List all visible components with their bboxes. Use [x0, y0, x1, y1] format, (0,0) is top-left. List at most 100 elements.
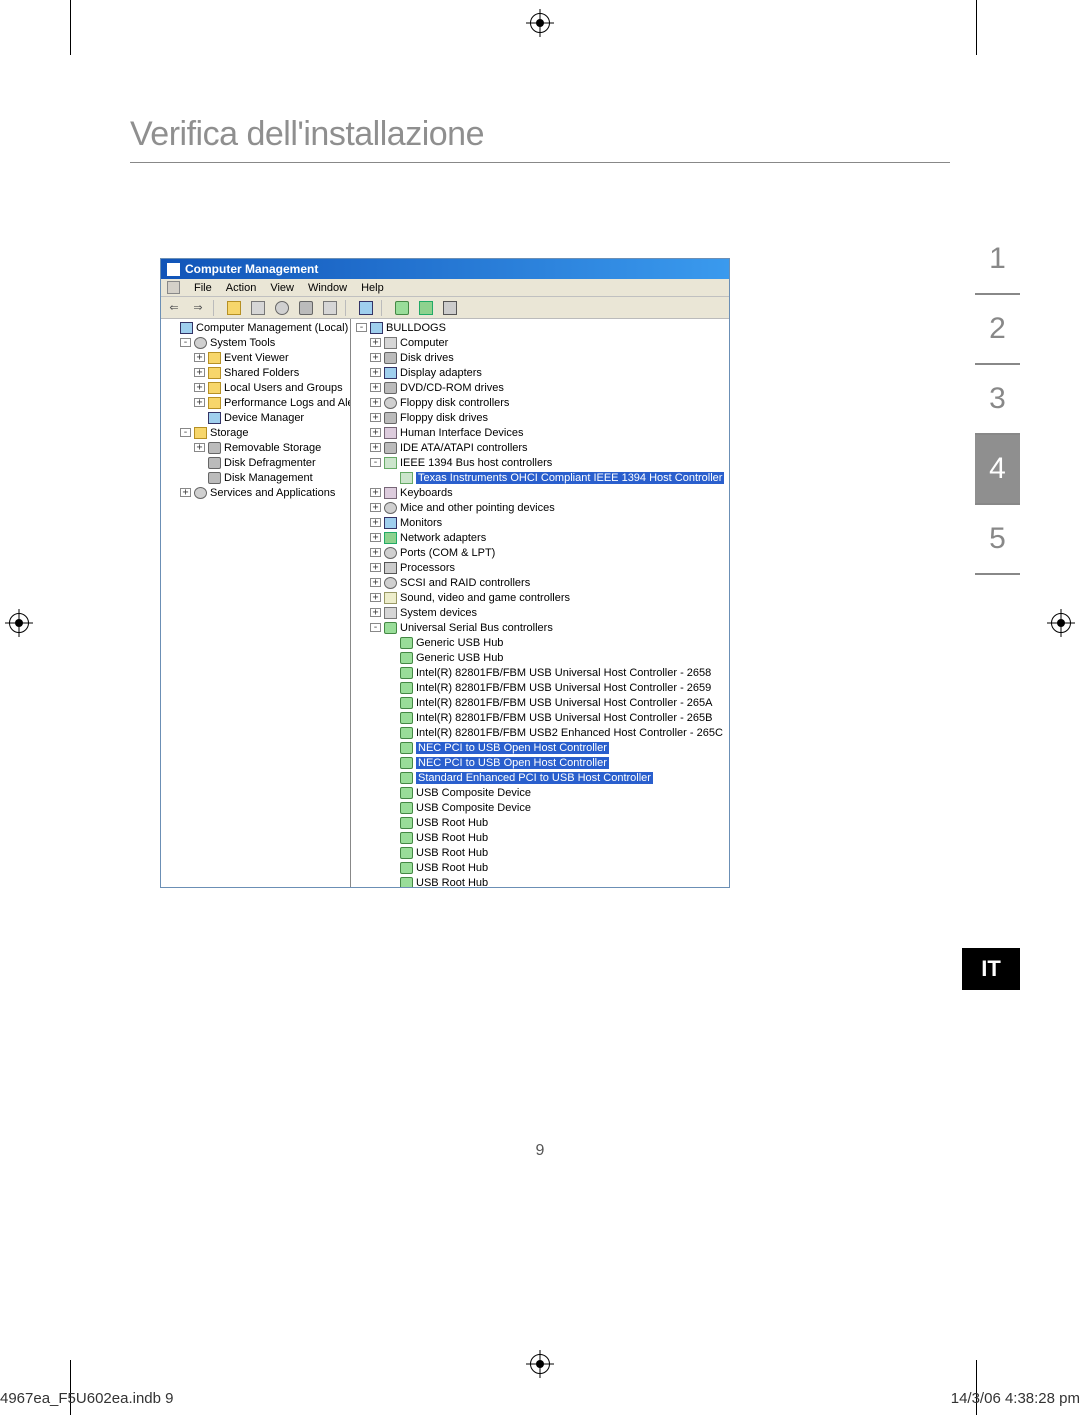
device-category[interactable]: DVD/CD-ROM drives	[400, 382, 504, 394]
tree-item[interactable]: Performance Logs and Alerts	[224, 397, 351, 409]
expand-icon[interactable]: +	[370, 563, 381, 572]
device-item[interactable]: NEC PCI to USB Open Host Controller	[416, 742, 609, 754]
device-category[interactable]: SCSI and RAID controllers	[400, 577, 530, 589]
tree-item[interactable]: Local Users and Groups	[224, 382, 343, 394]
expand-icon[interactable]: +	[370, 368, 381, 377]
tool-button[interactable]	[441, 299, 459, 317]
expand-icon[interactable]: +	[370, 518, 381, 527]
device-item[interactable]: Standard Enhanced PCI to USB Host Contro…	[416, 772, 653, 784]
collapse-icon[interactable]: -	[370, 458, 381, 467]
expand-icon[interactable]: +	[370, 383, 381, 392]
collapse-icon[interactable]: -	[180, 428, 191, 437]
tree-item[interactable]: Shared Folders	[224, 367, 299, 379]
expand-icon[interactable]: +	[370, 488, 381, 497]
expand-icon[interactable]: +	[180, 488, 191, 497]
refresh-button[interactable]	[273, 299, 291, 317]
expand-icon[interactable]: +	[370, 413, 381, 422]
expand-icon[interactable]: +	[194, 383, 205, 392]
window-titlebar[interactable]: Computer Management	[161, 259, 729, 279]
device-item[interactable]: NEC PCI to USB Open Host Controller	[416, 757, 609, 769]
system-tools[interactable]: System Tools	[210, 337, 275, 349]
device-category[interactable]: Mice and other pointing devices	[400, 502, 555, 514]
device-category[interactable]: Floppy disk drives	[400, 412, 488, 424]
device-item[interactable]: Intel(R) 82801FB/FBM USB2 Enhanced Host …	[416, 727, 723, 739]
device-category[interactable]: Disk drives	[400, 352, 454, 364]
expand-icon[interactable]: +	[194, 353, 205, 362]
export-button[interactable]	[321, 299, 339, 317]
device-item[interactable]: Generic USB Hub	[416, 637, 503, 649]
expand-icon[interactable]: +	[370, 353, 381, 362]
device-item[interactable]: Intel(R) 82801FB/FBM USB Universal Host …	[416, 712, 713, 724]
device-item[interactable]: USB Root Hub	[416, 847, 488, 859]
menu-window[interactable]: Window	[308, 282, 347, 294]
device-category[interactable]: Ports (COM & LPT)	[400, 547, 495, 559]
device-category[interactable]: Processors	[400, 562, 455, 574]
tree-item[interactable]: Event Viewer	[224, 352, 289, 364]
ieee1394-controller[interactable]: Texas Instruments OHCI Compliant IEEE 13…	[416, 472, 724, 484]
props-button[interactable]	[249, 299, 267, 317]
device-category[interactable]: IDE ATA/ATAPI controllers	[400, 442, 528, 454]
up-button[interactable]	[225, 299, 243, 317]
menu-help[interactable]: Help	[361, 282, 384, 294]
expand-icon[interactable]: +	[194, 368, 205, 377]
expand-icon[interactable]: +	[194, 443, 205, 452]
menu-action[interactable]: Action	[226, 282, 257, 294]
collapse-icon[interactable]: -	[370, 623, 381, 632]
expand-icon[interactable]: +	[370, 338, 381, 347]
expand-icon[interactable]: +	[370, 398, 381, 407]
device-category[interactable]: Floppy disk controllers	[400, 397, 509, 409]
menu-view[interactable]: View	[270, 282, 294, 294]
services[interactable]: Services and Applications	[210, 487, 335, 499]
collapse-icon[interactable]: -	[180, 338, 191, 347]
tree-item[interactable]: Removable Storage	[224, 442, 321, 454]
system-menu-icon[interactable]	[167, 281, 180, 294]
expand-icon[interactable]: +	[370, 443, 381, 452]
device-item[interactable]: Generic USB Hub	[416, 652, 503, 664]
menubar[interactable]: File Action View Window Help	[161, 279, 729, 297]
right-tree[interactable]: - BULLDOGS + Computer + Disk drives + Display …	[351, 319, 729, 887]
expand-icon[interactable]: +	[370, 608, 381, 617]
tree-item[interactable]: Disk Management	[224, 472, 313, 484]
device-item[interactable]: Intel(R) 82801FB/FBM USB Universal Host …	[416, 682, 711, 694]
tree-item[interactable]: Disk Defragmenter	[224, 457, 316, 469]
expand-icon[interactable]: +	[370, 533, 381, 542]
device-root[interactable]: BULLDOGS	[386, 322, 446, 334]
scan-button[interactable]	[357, 299, 375, 317]
device-category[interactable]: Computer	[400, 337, 448, 349]
expand-icon[interactable]: +	[370, 593, 381, 602]
expand-icon[interactable]: +	[370, 548, 381, 557]
device-item[interactable]: Intel(R) 82801FB/FBM USB Universal Host …	[416, 667, 711, 679]
tool-button[interactable]	[393, 299, 411, 317]
expand-icon[interactable]: +	[370, 578, 381, 587]
device-item[interactable]: USB Composite Device	[416, 787, 531, 799]
left-tree[interactable]: Computer Management (Local) - System Tool…	[161, 319, 351, 887]
expand-icon[interactable]: +	[370, 503, 381, 512]
print-button[interactable]	[297, 299, 315, 317]
device-item[interactable]: Intel(R) 82801FB/FBM USB Universal Host …	[416, 697, 713, 709]
device-category[interactable]: Monitors	[400, 517, 442, 529]
device-category[interactable]: Display adapters	[400, 367, 482, 379]
expand-icon[interactable]: +	[370, 428, 381, 437]
device-category[interactable]: System devices	[400, 607, 477, 619]
expand-icon[interactable]: +	[194, 398, 205, 407]
forward-button[interactable]: ⇒	[189, 299, 207, 317]
device-category[interactable]: Human Interface Devices	[400, 427, 524, 439]
menu-file[interactable]: File	[194, 282, 212, 294]
device-icon	[400, 727, 413, 739]
device-category[interactable]: Sound, video and game controllers	[400, 592, 570, 604]
storage[interactable]: Storage	[210, 427, 249, 439]
ieee1394-category[interactable]: IEEE 1394 Bus host controllers	[400, 457, 552, 469]
tree-root[interactable]: Computer Management (Local)	[196, 322, 348, 334]
device-item[interactable]: USB Composite Device	[416, 802, 531, 814]
usb-category[interactable]: Universal Serial Bus controllers	[400, 622, 553, 634]
device-item[interactable]: USB Root Hub	[416, 817, 488, 829]
device-category[interactable]: Network adapters	[400, 532, 486, 544]
device-item[interactable]: USB Root Hub	[416, 832, 488, 844]
collapse-icon[interactable]: -	[356, 323, 367, 332]
tree-item[interactable]: Device Manager	[224, 412, 304, 424]
device-category[interactable]: Keyboards	[400, 487, 453, 499]
back-button[interactable]: ⇐	[165, 299, 183, 317]
tool-button[interactable]	[417, 299, 435, 317]
device-item[interactable]: USB Root Hub	[416, 877, 488, 887]
device-item[interactable]: USB Root Hub	[416, 862, 488, 874]
